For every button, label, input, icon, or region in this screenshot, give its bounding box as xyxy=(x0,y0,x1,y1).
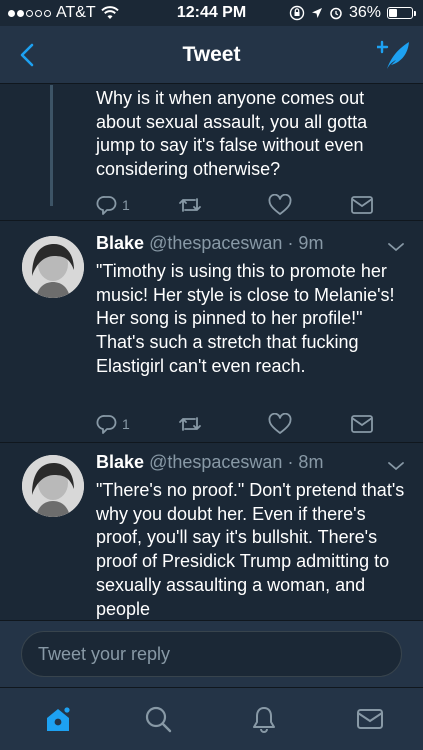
orientation-lock-icon xyxy=(289,5,305,21)
tweet-text: "Timothy is using this to promote her mu… xyxy=(96,261,395,376)
navigation-bar: Tweet xyxy=(0,26,423,84)
envelope-icon xyxy=(351,196,373,214)
battery-level xyxy=(389,9,397,17)
tweet-timestamp: · 8m xyxy=(287,452,324,472)
heart-icon xyxy=(268,194,292,215)
search-icon[interactable] xyxy=(143,704,173,734)
reply-button[interactable]: 1 xyxy=(96,412,130,436)
reply-input[interactable]: Tweet your reply xyxy=(21,631,402,677)
retweet-button[interactable] xyxy=(178,412,202,436)
notifications-bell-icon[interactable] xyxy=(249,704,279,734)
page-title: Tweet xyxy=(182,43,241,66)
tab-bar xyxy=(0,687,423,750)
like-button[interactable] xyxy=(268,412,292,436)
retweet-icon xyxy=(179,417,201,431)
tweet-text: "There's no proof." Don't pretend that's… xyxy=(96,480,405,619)
battery-icon xyxy=(387,7,416,19)
tweet-actions: 1 xyxy=(96,412,386,436)
direct-message-button[interactable] xyxy=(350,193,374,217)
thread-connector-line xyxy=(50,85,53,206)
retweet-icon xyxy=(179,198,201,212)
chevron-down-icon[interactable] xyxy=(387,460,405,472)
envelope-icon xyxy=(351,415,373,433)
reply-icon xyxy=(96,196,117,215)
status-bar: AT&T 12:44 PM 36% xyxy=(0,0,423,26)
tweet-text: Why is it when anyone comes out about se… xyxy=(96,88,368,180)
retweet-button[interactable] xyxy=(178,193,202,217)
tweet-actions: 1 xyxy=(96,193,386,217)
reply-bar: Tweet your reply xyxy=(0,620,423,687)
messages-envelope-icon[interactable] xyxy=(355,704,385,734)
tweet-thread[interactable]: Why is it when anyone comes out about se… xyxy=(0,85,423,620)
like-button[interactable] xyxy=(268,193,292,217)
heart-icon xyxy=(268,413,292,434)
reply-icon xyxy=(96,415,117,434)
avatar[interactable] xyxy=(22,455,84,517)
chevron-down-icon[interactable] xyxy=(387,241,405,253)
reply-count: 1 xyxy=(122,197,130,213)
tweet-header: Blake @thespaceswan · 9m xyxy=(96,233,406,255)
display-name[interactable]: Blake xyxy=(96,233,144,253)
compose-tweet-button[interactable] xyxy=(377,38,411,72)
user-handle[interactable]: @thespaceswan xyxy=(149,233,282,253)
location-arrow-icon xyxy=(311,8,322,18)
avatar[interactable] xyxy=(22,236,84,298)
tweet-divider xyxy=(0,220,423,221)
alarm-icon xyxy=(330,7,342,20)
status-right: 36% xyxy=(289,4,416,22)
tweet-divider xyxy=(0,442,423,443)
home-icon[interactable] xyxy=(43,704,73,734)
display-name[interactable]: Blake xyxy=(96,452,144,472)
reply-button[interactable]: 1 xyxy=(96,193,130,217)
tweet-header: Blake @thespaceswan · 8m xyxy=(96,452,406,474)
direct-message-button[interactable] xyxy=(350,412,374,436)
user-handle[interactable]: @thespaceswan xyxy=(149,452,282,472)
battery-percent: 36% xyxy=(348,4,381,21)
tweet-timestamp: · 9m xyxy=(287,233,324,253)
reply-count: 1 xyxy=(122,416,130,432)
